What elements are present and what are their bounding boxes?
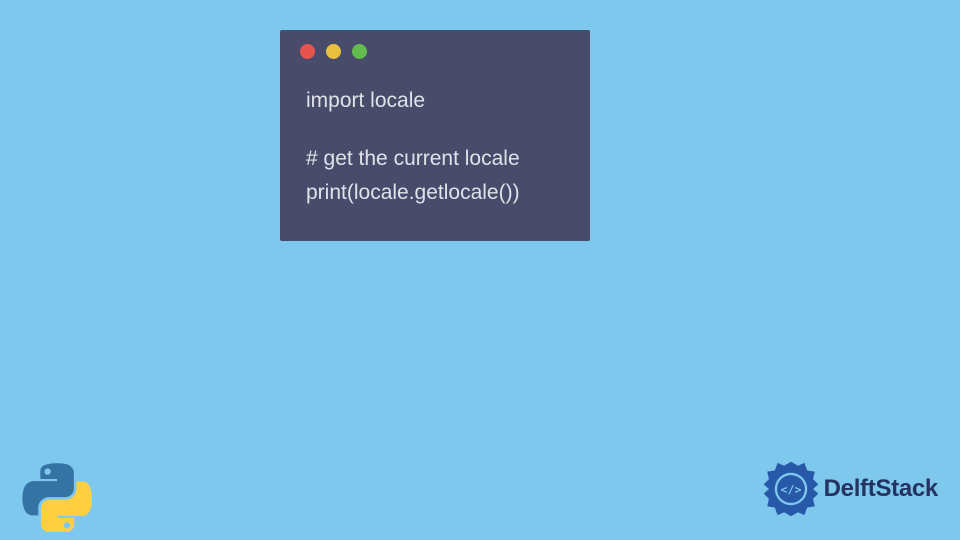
- delftstack-badge-icon: </>: [762, 460, 820, 518]
- code-line-3: print(locale.getlocale()): [306, 176, 564, 211]
- svg-text:</>: </>: [780, 483, 801, 497]
- code-window: import locale # get the current locale p…: [280, 30, 590, 241]
- delftstack-text: DelftStack: [824, 475, 938, 503]
- minimize-icon: [326, 44, 341, 59]
- code-blank-line: [306, 119, 564, 142]
- code-line-2: # get the current locale: [306, 142, 564, 177]
- maximize-icon: [352, 44, 367, 59]
- window-header: [280, 30, 590, 60]
- code-line-1: import locale: [306, 84, 564, 119]
- code-body: import locale # get the current locale p…: [280, 60, 590, 241]
- delftstack-logo: </> DelftStack: [762, 460, 938, 518]
- python-logo-icon: [22, 462, 92, 532]
- close-icon: [300, 44, 315, 59]
